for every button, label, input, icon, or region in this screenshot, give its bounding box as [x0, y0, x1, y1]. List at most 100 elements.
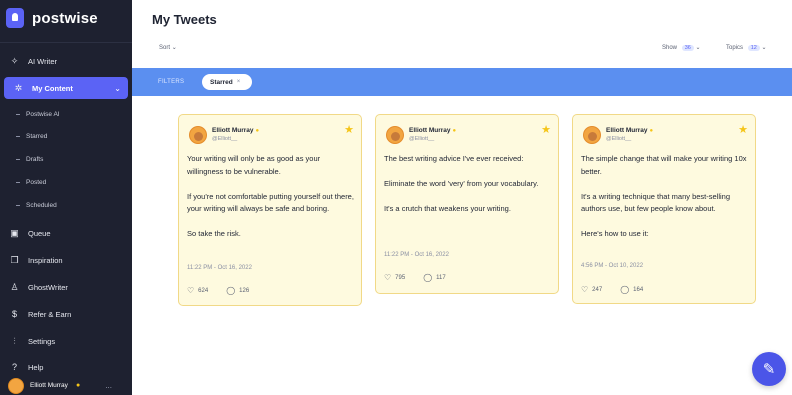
sliders-icon: ⫶ [13, 335, 16, 346]
star-icon[interactable]: ★ [541, 123, 551, 136]
tweet-card[interactable]: Elliott Murray ● @Elliott__ ★ Your writin… [178, 114, 362, 306]
show-value: 36 [681, 45, 694, 51]
star-icon[interactable]: ★ [344, 123, 354, 136]
sidebar-item-ai-writer[interactable]: ✧ AI Writer [0, 50, 132, 72]
author-name: Elliott Murray ● [409, 127, 457, 134]
likes-count: 795 [395, 274, 406, 281]
sidebar-item-label: GhostWriter [28, 282, 68, 292]
profile[interactable]: Elliott Murray ● ... [0, 376, 132, 395]
grid-icon: ✲ [14, 82, 23, 93]
sidebar-subitem-label: Scheduled [26, 201, 57, 209]
filter-label: FILTERS [158, 79, 185, 85]
logo-icon [6, 8, 24, 28]
sidebar-item-refer-earn[interactable]: $ Refer & Earn [0, 303, 132, 325]
replies-count: 126 [239, 287, 250, 294]
avatar [386, 126, 404, 144]
sidebar-subitem-starred[interactable]: Starred [0, 127, 132, 145]
author-name: Elliott Murray ● [212, 127, 260, 134]
tweet-body: The best writing advice I've ever receiv… [384, 153, 554, 228]
filter-chip-starred[interactable]: Starred × [202, 74, 253, 90]
tweet-stats: ♡ 795 ◯ 117 [384, 273, 446, 282]
heart-icon: ♡ [187, 286, 195, 295]
verified-icon: ● [452, 128, 457, 134]
sort-label: Sort [159, 45, 171, 51]
sidebar-item-help[interactable]: ? Help [0, 356, 132, 378]
sidebar-subitem-label: Postwise AI [26, 110, 60, 118]
tweet-paragraph: Your writing will only be as good as you… [187, 154, 321, 176]
star-icon[interactable]: ★ [738, 123, 748, 136]
sidebar-item-ghostwriter[interactable]: ♙ GhostWriter [0, 276, 132, 298]
sidebar-item-label: My Content [32, 83, 73, 93]
sidebar-item-inspiration[interactable]: ❐ Inspiration [0, 249, 132, 271]
verified-icon: ● [75, 382, 81, 389]
topics-dropdown[interactable]: Topics 12 ⌄ [726, 44, 767, 51]
filter-chip-label: Starred [210, 78, 233, 86]
tweet-paragraph: So take the risk. [187, 229, 241, 238]
help-icon: ? [11, 362, 17, 372]
heart-icon: ♡ [384, 273, 392, 282]
logo-text: postwise [32, 9, 98, 27]
sidebar-subitem-postwise-ai[interactable]: Postwise AI [0, 105, 132, 123]
sidebar-item-label: Inspiration [28, 255, 63, 265]
close-icon[interactable]: × [237, 79, 241, 85]
sidebar-item-settings[interactable]: ⫶ Settings [0, 330, 132, 352]
tweet-paragraph: The simple change that will make your wr… [581, 154, 747, 176]
tweet-timestamp: 11:22 PM - Oct 16, 2022 [384, 252, 449, 258]
pencil-icon: ✎ [762, 361, 776, 378]
tweet-paragraph: Eliminate the word 'very' from your voca… [384, 179, 539, 188]
sidebar-subitem-drafts[interactable]: Drafts [0, 150, 132, 168]
sidebar-subitem-label: Posted [26, 178, 47, 186]
replies-count: 164 [633, 286, 644, 293]
toolbar: Sort ⌄ Show 36 ⌄ Topics 12 ⌄ [132, 44, 792, 60]
sidebar-item-label: Settings [28, 336, 56, 346]
topics-value: 12 [747, 45, 760, 51]
author-handle: @Elliott__ [212, 136, 238, 142]
tweet-paragraph: The best writing advice I've ever receiv… [384, 154, 524, 163]
calendar-icon: ▣ [10, 227, 19, 238]
reply-icon: ◯ [423, 273, 433, 282]
dollar-icon: $ [11, 309, 17, 319]
author-handle: @Elliott__ [606, 136, 632, 142]
profile-name: Elliott Murray [30, 382, 68, 389]
likes-count: 247 [592, 286, 603, 293]
likes-count: 624 [198, 287, 209, 294]
tweet-paragraph: It's a writing technique that many best-… [581, 191, 731, 214]
sidebar: postwise ✧ AI Writer ✲ My Content ⌄ Post… [0, 0, 132, 395]
avatar [583, 126, 601, 144]
author-handle: @Elliott__ [409, 136, 435, 142]
show-dropdown[interactable]: Show 36 ⌄ [662, 44, 701, 51]
more-options-icon[interactable]: ... [105, 381, 112, 390]
tweet-card[interactable]: Elliott Murray ● @Elliott__ ★ The best wr… [375, 114, 559, 294]
sidebar-item-label: AI Writer [28, 56, 58, 66]
sidebar-subitem-label: Starred [26, 132, 48, 140]
sidebar-item-label: Queue [28, 228, 51, 238]
avatar [189, 126, 207, 144]
sidebar-item-queue[interactable]: ▣ Queue [0, 222, 132, 244]
replies-count: 117 [436, 274, 446, 281]
reply-icon: ◯ [620, 285, 630, 294]
sort-dropdown[interactable]: Sort ⌄ [159, 44, 177, 51]
heart-icon: ♡ [581, 285, 589, 294]
sidebar-subitem-label: Drafts [26, 155, 44, 163]
tweet-stats: ♡ 247 ◯ 164 [581, 285, 643, 294]
verified-icon: ● [255, 128, 260, 134]
compose-button[interactable]: ✎ [752, 352, 786, 386]
sidebar-item-label: Refer & Earn [28, 309, 72, 319]
sidebar-item-my-content[interactable]: ✲ My Content ⌄ [4, 77, 128, 99]
sidebar-subitem-scheduled[interactable]: Scheduled [0, 196, 132, 214]
tweet-paragraph: Here's how to use it: [581, 229, 649, 238]
tweet-timestamp: 4:56 PM - Oct 10, 2022 [581, 263, 644, 269]
author-name: Elliott Murray ● [606, 127, 654, 134]
chevron-down-icon: ⌄ [695, 45, 701, 51]
sidebar-item-label: Help [28, 362, 44, 372]
book-icon: ❐ [10, 254, 19, 265]
sidebar-subitem-posted[interactable]: Posted [0, 173, 132, 191]
main-content: My Tweets Sort ⌄ Show 36 ⌄ Topics 12 ⌄ F… [132, 0, 792, 395]
tweet-card[interactable]: Elliott Murray ● @Elliott__ ★ The simple … [572, 114, 756, 304]
tweet-paragraph: It's a crutch that weakens your writing. [384, 204, 511, 213]
verified-icon: ● [649, 128, 654, 134]
page-title: My Tweets [152, 12, 217, 27]
tweet-timestamp: 11:22 PM - Oct 16, 2022 [187, 265, 252, 271]
logo[interactable]: postwise [6, 8, 98, 28]
show-label: Show [662, 45, 678, 51]
